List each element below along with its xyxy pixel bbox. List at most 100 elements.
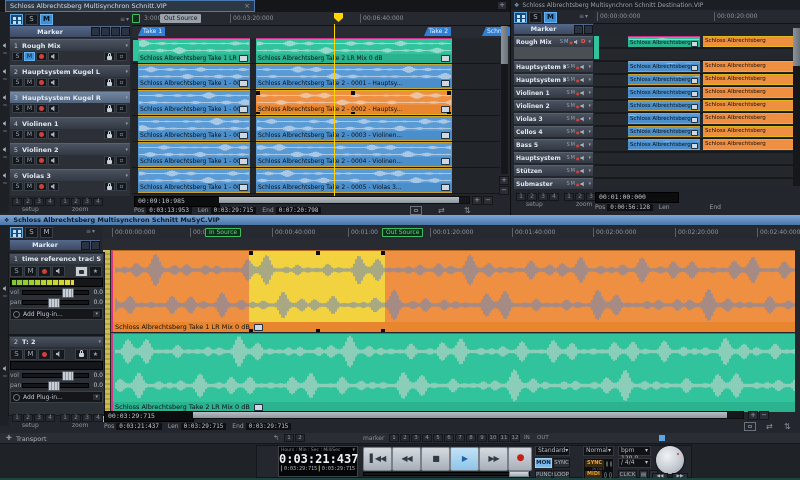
automation-curve-icon[interactable]: ≈ — [1, 77, 9, 83]
chevron-down-icon[interactable]: ▾ — [586, 168, 593, 174]
lock-icon[interactable] — [111, 27, 120, 36]
horizontal-scrollbar[interactable] — [218, 196, 470, 204]
chevron-down-icon[interactable]: ▾ — [123, 95, 130, 101]
audio-clip[interactable]: Schloss Albrechtsberg — [703, 87, 797, 98]
chevron-down-icon[interactable]: ▾ — [586, 39, 593, 45]
selection-handle[interactable] — [351, 112, 355, 114]
solo-button[interactable]: S — [12, 182, 23, 191]
speaker-icon[interactable] — [580, 103, 584, 109]
lock-button[interactable] — [104, 182, 115, 191]
play-button[interactable]: ▶ — [450, 447, 479, 471]
timeline-ruler-musyc[interactable]: 00:00:00:00000:00:200:00:40:00000:01:000… — [102, 226, 800, 240]
marker-button[interactable]: 9 — [477, 434, 487, 442]
link-button[interactable]: ▫ — [116, 78, 127, 87]
audio-clip[interactable]: Schloss Albrechtsberg Take 2 - 0003 ... — [628, 87, 700, 98]
selection-handle[interactable] — [256, 91, 260, 95]
pager-button[interactable]: 3 — [82, 414, 92, 422]
automation-curve-icon[interactable]: ≈ — [1, 51, 9, 57]
timeline-ruler-source[interactable]: 3:000 Out Source 00:03:20:000 00:06:40:00… — [132, 12, 510, 26]
pager-button[interactable]: 4 — [45, 414, 55, 422]
mute-button[interactable]: M — [24, 265, 37, 277]
pager-button[interactable]: 2 — [23, 198, 33, 206]
mute-button[interactable]: M — [24, 156, 35, 165]
chevron-down-icon[interactable]: ▾ — [586, 77, 593, 83]
pager-button[interactable]: 3 — [538, 193, 548, 201]
chevron-down-icon[interactable]: ▾ — [586, 90, 593, 96]
chevron-down-icon[interactable]: ▾ — [586, 116, 593, 122]
pager-button[interactable]: 3 — [34, 198, 44, 206]
chevron-down-icon[interactable]: ▾ — [586, 155, 593, 161]
workspace-grid-icon[interactable] — [10, 226, 23, 238]
audio-clip-take2[interactable]: Schloss Albrechtsberg Take 2 LR Mix 0 dB — [111, 333, 795, 412]
record-arm-button[interactable] — [36, 130, 47, 139]
selection-handle[interactable] — [381, 329, 385, 332]
panel-menu-icon[interactable]: ≡▾ — [86, 228, 96, 235]
record-button[interactable]: ● — [508, 447, 532, 471]
audio-clip[interactable]: Schloss Albrechtsberg Take 2 - 0005 ... — [628, 113, 700, 124]
speaker-icon[interactable] — [1, 95, 9, 100]
record-arm-button[interactable] — [36, 182, 47, 191]
monitor-button[interactable] — [48, 156, 59, 165]
horizontal-scrollbar[interactable] — [192, 411, 744, 419]
audio-clip[interactable]: Schloss Albrechtsberg Take 2 - 0001 - Ha… — [256, 64, 452, 89]
selection-handle[interactable] — [447, 91, 451, 95]
marker-button[interactable]: 2 — [400, 434, 410, 442]
audio-clip[interactable]: Schloss Albrechtsberg Take 2 - 0004 - Vi… — [256, 142, 452, 167]
audio-clip[interactable]: Schloss Albrechtsberg Take 2 - 0005 - Vi… — [256, 168, 452, 193]
selection-handle[interactable] — [256, 112, 260, 114]
track-header[interactable]: Hauptsystem S M ● ▾ — [514, 152, 593, 163]
hzoom-out-button[interactable]: − — [483, 196, 493, 205]
record-icon[interactable]: ● — [576, 104, 580, 109]
slider-handle[interactable] — [509, 471, 529, 477]
audio-clip[interactable]: Schloss Albrechtsberg Take 2 - 0007 ... — [628, 139, 700, 150]
pager-button[interactable]: 4 — [549, 193, 559, 201]
lock-button[interactable] — [104, 104, 115, 113]
track-header[interactable]: Stützen S M ● ▾ — [514, 165, 593, 176]
go-to-start-button[interactable]: ▌◀◀ — [363, 447, 392, 471]
pager-button[interactable]: 3 — [34, 414, 44, 422]
panel-menu-icon[interactable]: ≡▾ — [579, 13, 589, 20]
record-arm-button[interactable] — [36, 78, 47, 87]
mute-button[interactable]: M — [24, 52, 35, 61]
track-header[interactable]: Cellos 4 S M ● ▾ — [514, 126, 593, 137]
record-icon[interactable]: ● — [576, 156, 580, 161]
add-tab-button[interactable]: + — [497, 1, 507, 10]
pager-button[interactable]: 2 — [527, 193, 537, 201]
selection-handle[interactable] — [249, 329, 253, 332]
audio-clip[interactable]: Schloss Albrechtsberg Take 1 - 0005 - Vi… — [138, 168, 250, 193]
track-header[interactable]: Submaster S M ● ▾ — [514, 178, 593, 189]
lock-button[interactable] — [104, 156, 115, 165]
lock-button[interactable] — [75, 265, 88, 277]
add-plugin-button[interactable]: Add Plug-in... ▾ — [10, 391, 103, 403]
audio-clip[interactable]: Schloss Albrechtsberg Take 1 - 0004 - Vi… — [138, 142, 250, 167]
fit-view-icon[interactable] — [744, 422, 756, 431]
solo-button[interactable]: S — [12, 104, 23, 113]
volume-slider[interactable] — [22, 288, 89, 298]
volume-slider[interactable] — [22, 371, 89, 381]
solo-button[interactable]: S — [566, 181, 569, 187]
selection-handle[interactable] — [381, 251, 385, 255]
selection-handle[interactable] — [316, 251, 320, 255]
track-title[interactable]: 6 Violas 3 ▾ — [10, 169, 130, 181]
record-icon[interactable]: ● — [576, 78, 580, 83]
speaker-icon[interactable] — [580, 168, 584, 174]
track-title[interactable]: 2 T: 2 ▾ — [10, 337, 103, 347]
mon-button[interactable]: MON — [535, 458, 552, 468]
solo-button[interactable]: S — [566, 77, 569, 83]
sync-button[interactable]: SYNC — [553, 458, 570, 468]
solo-global-button[interactable]: S — [25, 226, 38, 238]
chevron-down-icon[interactable]: ▾ — [352, 447, 355, 453]
audio-clip[interactable]: Schloss Albrechtsberg Take 1 LR Mix 0 dB — [138, 38, 250, 63]
monitor-button[interactable] — [52, 265, 65, 277]
pager-button[interactable]: 1 — [60, 198, 70, 206]
zoom-out-vertical-button[interactable]: − — [499, 186, 509, 195]
monitor-button[interactable] — [48, 130, 59, 139]
audio-clip[interactable]: Schloss Albrechtsberg — [703, 113, 797, 124]
lock-button[interactable] — [104, 78, 115, 87]
speaker-icon[interactable] — [1, 43, 9, 48]
playback-mode-dropdown[interactable]: Standard ▾ — [535, 446, 570, 456]
marker-button[interactable]: 3 — [411, 434, 421, 442]
speaker-icon[interactable] — [580, 116, 584, 122]
track-title[interactable]: 1 Rough Mix ▾ — [10, 39, 130, 51]
audio-clip[interactable]: Schloss Albrechtsberg Take 2 - 0003 - Vi… — [256, 116, 452, 141]
